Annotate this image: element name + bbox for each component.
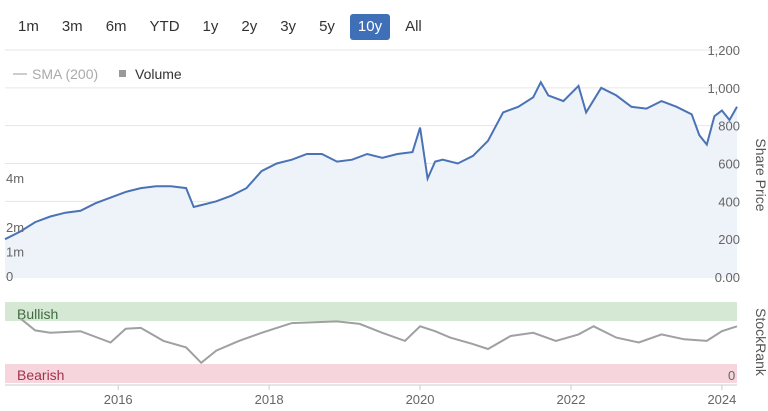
volume-legend-label[interactable]: Volume bbox=[135, 66, 182, 82]
y-tick-label: 600 bbox=[718, 157, 740, 172]
x-tick-label: 2020 bbox=[406, 392, 435, 407]
x-axis-ticks: 2016 2018 2020 2022 2024 bbox=[104, 385, 736, 407]
volume-legend-swatch bbox=[119, 70, 126, 77]
x-tick-label: 2018 bbox=[255, 392, 284, 407]
y-tick-label: 0.00 bbox=[715, 270, 740, 285]
volume-tick-label: 2m bbox=[6, 220, 24, 235]
x-tick-label: 2016 bbox=[104, 392, 133, 407]
y-tick-label: 200 bbox=[718, 232, 740, 247]
price-area-fill bbox=[5, 82, 737, 277]
volume-tick-label: 1m bbox=[6, 245, 24, 260]
y-tick-label: 1,200 bbox=[707, 43, 740, 58]
y-tick-label: 400 bbox=[718, 194, 740, 209]
volume-tick-label: 4m bbox=[6, 171, 24, 186]
stockrank-axis-title: StockRank bbox=[753, 308, 768, 377]
y-axis-title: Share Price bbox=[753, 138, 768, 211]
bullish-band bbox=[5, 302, 737, 321]
bearish-band bbox=[5, 364, 737, 383]
bearish-label: Bearish bbox=[17, 367, 64, 383]
sma-legend-label[interactable]: SMA (200) bbox=[32, 66, 98, 82]
y-tick-label: 800 bbox=[718, 119, 740, 134]
stockrank-axis-value: 0 bbox=[728, 368, 735, 383]
legend: SMA (200) Volume bbox=[13, 66, 182, 82]
y-tick-label: 1,000 bbox=[707, 81, 740, 96]
x-tick-label: 2024 bbox=[707, 392, 736, 407]
stockrank-line bbox=[19, 317, 738, 365]
volume-tick-label: 0 bbox=[6, 269, 13, 284]
x-tick-label: 2022 bbox=[557, 392, 586, 407]
price-chart: 0.00 200 400 600 800 1,000 1,200 0 1m 2m 4m SMA (… bbox=[4, 43, 768, 407]
